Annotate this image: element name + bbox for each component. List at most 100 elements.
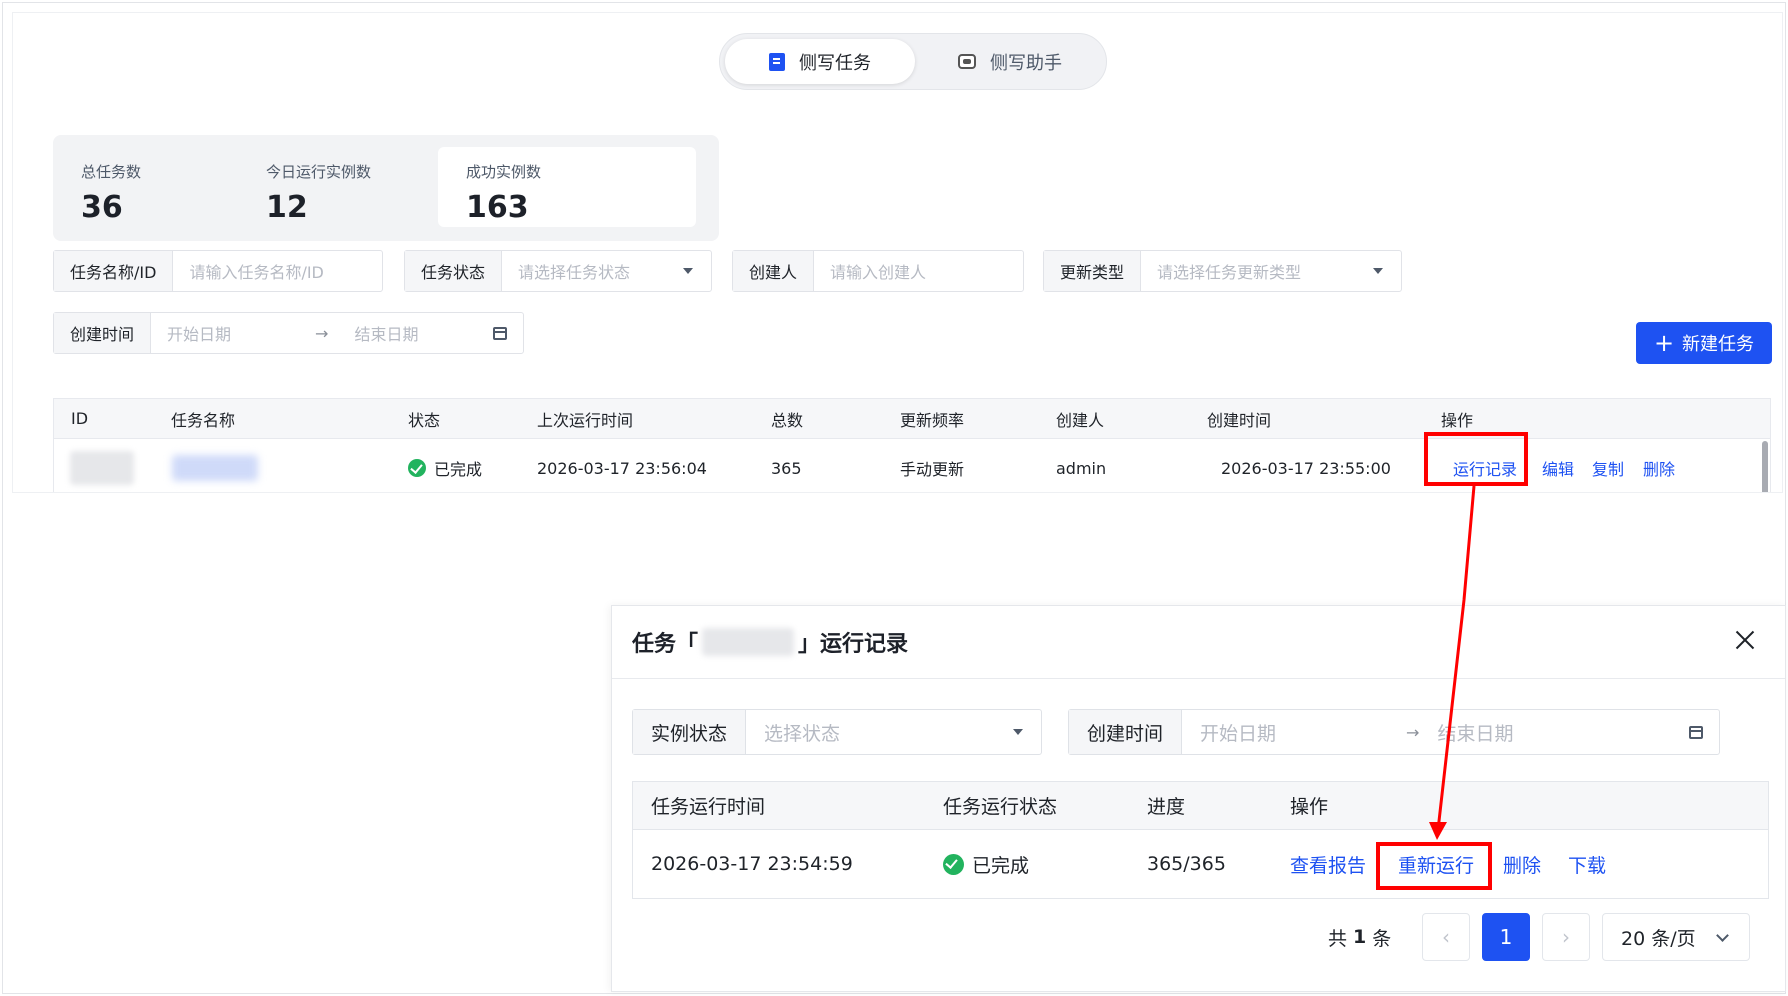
page-button[interactable]: 1	[1482, 913, 1530, 961]
task-id-redacted	[70, 439, 134, 492]
task-name-redacted[interactable]	[172, 439, 258, 492]
divider	[612, 678, 1785, 679]
delete-link[interactable]: 删除	[1643, 439, 1675, 492]
col-frequency: 更新频率	[900, 410, 965, 430]
robot-icon	[958, 54, 976, 69]
update-type-select[interactable]: 请选择任务更新类型	[1141, 259, 1373, 283]
filter-label: 创建人	[733, 251, 815, 291]
page-size-value: 20 条/页	[1621, 927, 1696, 950]
run-time-cell: 2026-03-17 23:54:59	[651, 853, 853, 875]
chevron-down-icon	[1716, 929, 1729, 942]
prev-page-button[interactable]: ‹	[1422, 913, 1470, 961]
highlight-rerun	[1376, 842, 1492, 890]
creator-filter[interactable]: 创建人 请输入创建人	[732, 250, 1024, 292]
progress-cell: 365/365	[1147, 853, 1226, 875]
chevron-right-icon: ›	[1562, 925, 1570, 949]
chevron-left-icon: ‹	[1442, 925, 1450, 949]
title-suffix: 」运行记录	[798, 632, 909, 657]
update-type-filter[interactable]: 更新类型 请选择任务更新类型	[1043, 250, 1402, 292]
col-status: 状态	[408, 410, 441, 430]
status-cell: 已完成	[408, 439, 482, 492]
col-created-time: 创建时间	[1207, 410, 1272, 430]
date-range-input[interactable]: 开始日期 → 结束日期	[1182, 719, 1689, 746]
stat-label: 今日运行实例数	[266, 163, 372, 181]
last-run-cell: 2026-03-17 23:56:04	[537, 458, 707, 478]
pagination-total: 共 1 条	[1328, 913, 1391, 961]
filter-label: 创建时间	[1069, 710, 1183, 754]
calendar-icon	[493, 326, 507, 340]
new-task-label: 新建任务	[1682, 334, 1755, 355]
instance-status-filter[interactable]: 实例状态 选择状态	[632, 709, 1042, 755]
range-arrow-icon: →	[1406, 722, 1420, 742]
total-suffix: 条	[1372, 927, 1392, 950]
stat-success-instances: 成功实例数 163	[438, 147, 696, 227]
tab-label: 侧写任务	[799, 52, 871, 74]
page-size-select[interactable]: 20 条/页	[1602, 913, 1750, 961]
start-date-placeholder[interactable]: 开始日期	[1200, 719, 1276, 746]
drawer-title: 任务「 」运行记录	[632, 626, 908, 658]
created-time-filter[interactable]: 创建时间 开始日期 → 结束日期	[53, 312, 524, 354]
filter-label: 创建时间	[54, 313, 152, 353]
created-time-cell: 2026-03-17 23:55:00	[1221, 458, 1391, 478]
calendar-icon	[1689, 725, 1703, 739]
task-status-filter[interactable]: 任务状态 请选择任务状态	[404, 250, 712, 292]
range-arrow-icon: →	[315, 323, 329, 343]
creator-cell: admin	[1056, 458, 1107, 478]
task-list-page: 侧写任务 侧写助手 总任务数 36 今日运行实例数 12 成功实例数 163 任…	[12, 12, 1783, 493]
date-range-input[interactable]: 开始日期 → 结束日期	[151, 321, 493, 345]
frequency-cell: 手动更新	[900, 460, 965, 479]
col-run-time: 任务运行时间	[651, 796, 766, 818]
stat-today-instances: 今日运行实例数 12	[238, 147, 438, 227]
col-actions: 操作	[1290, 796, 1329, 818]
title-prefix: 任务「	[632, 632, 699, 657]
task-name-filter[interactable]: 任务名称/ID 请输入任务名称/ID	[53, 250, 383, 292]
col-progress: 进度	[1147, 796, 1186, 818]
tab-label: 侧写助手	[990, 52, 1062, 74]
stat-value: 12	[266, 190, 308, 225]
col-run-status: 任务运行状态	[943, 796, 1058, 818]
caret-down-icon	[683, 268, 693, 274]
status-text: 已完成	[972, 854, 1030, 877]
stat-total-tasks: 总任务数 36	[53, 147, 253, 227]
col-creator: 创建人	[1056, 410, 1105, 430]
run-created-time-filter[interactable]: 创建时间 开始日期 → 结束日期	[1068, 709, 1720, 755]
total-count: 1	[1353, 926, 1367, 948]
end-date-placeholder[interactable]: 结束日期	[1437, 719, 1513, 746]
total-cell: 365	[771, 458, 802, 478]
view-report-link[interactable]: 查看报告	[1290, 830, 1366, 898]
col-total: 总数	[771, 410, 804, 430]
vertical-scrollbar[interactable]	[1762, 441, 1768, 492]
highlight-run-records	[1424, 432, 1528, 486]
instance-status-select[interactable]: 选择状态	[746, 719, 1013, 746]
copy-link[interactable]: 复制	[1592, 439, 1624, 492]
close-icon[interactable]	[1729, 624, 1761, 656]
plus-icon: +	[1653, 329, 1675, 357]
stat-value: 163	[466, 190, 529, 225]
new-task-button[interactable]: + 新建任务	[1636, 322, 1772, 364]
filter-label: 实例状态	[633, 710, 747, 754]
task-name-input[interactable]: 请输入任务名称/ID	[173, 259, 382, 283]
next-page-button[interactable]: ›	[1542, 913, 1590, 961]
tab-profiling-tasks[interactable]: 侧写任务	[725, 39, 915, 84]
stat-value: 36	[81, 190, 123, 225]
filter-label: 任务名称/ID	[54, 251, 174, 291]
start-date-placeholder[interactable]: 开始日期	[167, 321, 231, 345]
run-records-drawer: 任务「 」运行记录 实例状态 选择状态 创建时间 开始日期 → 结束日期 任务运…	[611, 605, 1786, 992]
caret-down-icon	[1013, 729, 1023, 735]
delete-link[interactable]: 删除	[1503, 830, 1541, 898]
creator-input[interactable]: 请输入创建人	[814, 259, 1023, 283]
view-switcher: 侧写任务 侧写助手	[719, 33, 1107, 90]
col-id: ID	[71, 409, 89, 428]
total-prefix: 共	[1328, 927, 1348, 950]
edit-link[interactable]: 编辑	[1542, 439, 1574, 492]
stat-label: 成功实例数	[466, 163, 542, 181]
document-icon	[769, 52, 785, 71]
task-status-select[interactable]: 请选择任务状态	[502, 259, 683, 283]
end-date-placeholder[interactable]: 结束日期	[354, 321, 418, 345]
run-status-cell: 已完成	[943, 830, 1029, 898]
tab-profiling-assistant[interactable]: 侧写助手	[916, 39, 1104, 84]
col-last-run: 上次运行时间	[537, 410, 634, 430]
download-link[interactable]: 下载	[1568, 830, 1606, 898]
caret-down-icon	[1373, 268, 1383, 274]
table-row: 2026-03-17 23:54:59 已完成 365/365 查看报告 重新运…	[633, 830, 1768, 898]
